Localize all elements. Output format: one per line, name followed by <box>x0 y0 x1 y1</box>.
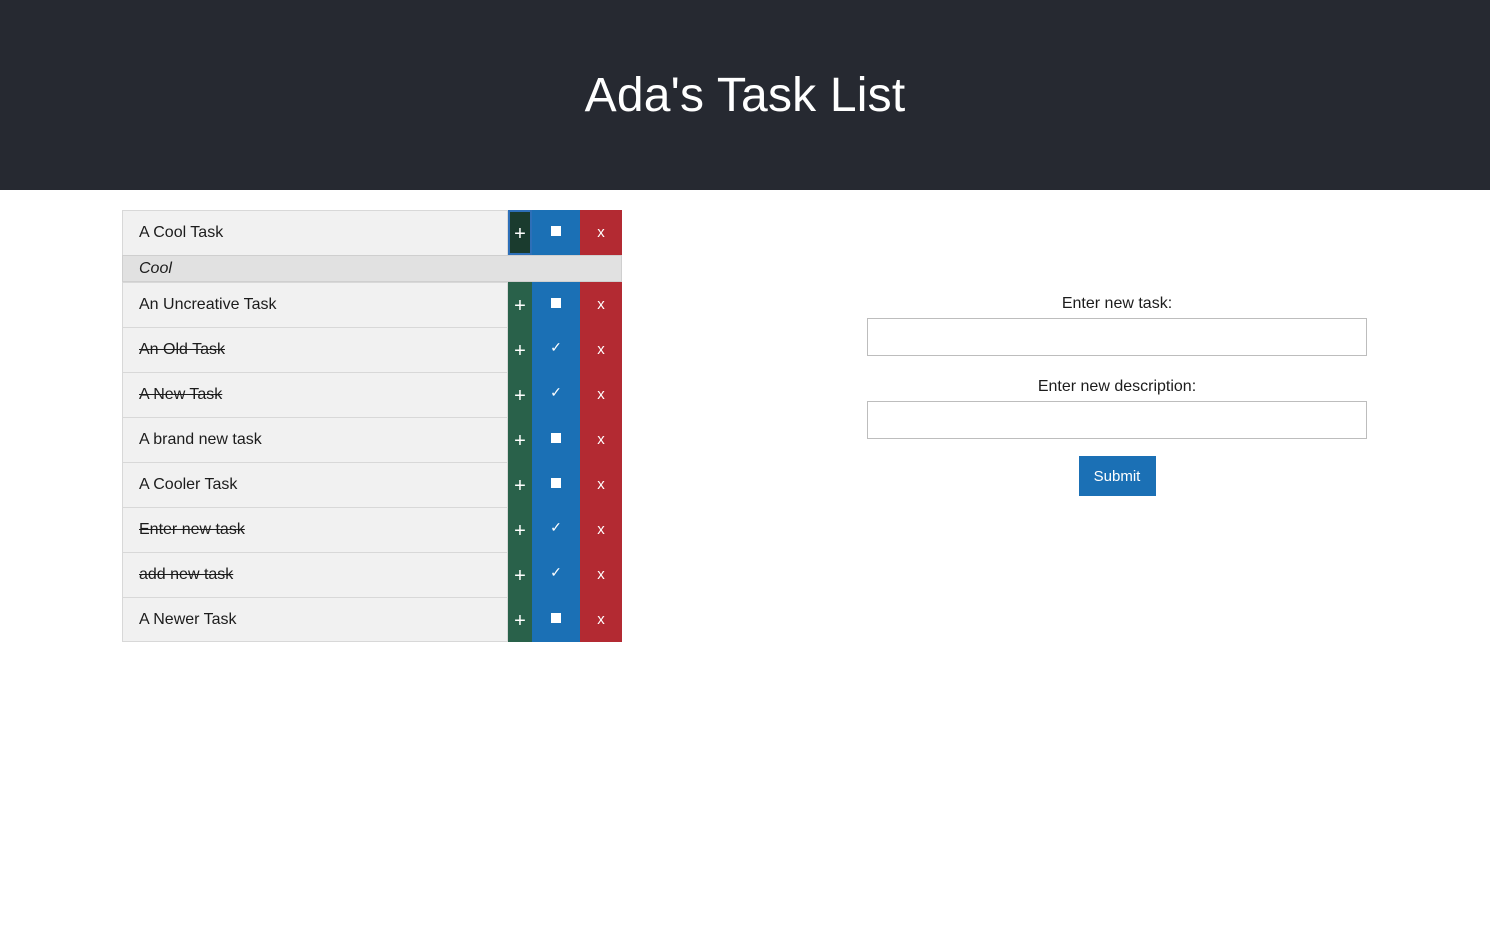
submit-wrap: Submit <box>867 456 1367 496</box>
square-icon <box>551 612 561 623</box>
delete-task-button[interactable]: x <box>580 597 622 642</box>
task-title-cell: An Uncreative Task <box>122 282 508 327</box>
checkmark-icon: ✓ <box>550 384 562 400</box>
task-title: A Newer Task <box>139 610 237 628</box>
task-row: Enter new task + ✓ x <box>122 507 622 552</box>
show-description-button[interactable]: + <box>508 372 532 417</box>
description-input[interactable] <box>867 401 1367 439</box>
toggle-complete-button[interactable]: ✓ <box>532 372 580 417</box>
show-description-button[interactable]: + <box>508 507 532 552</box>
delete-task-button[interactable]: x <box>580 417 622 462</box>
task-title: An Old Task <box>139 341 225 358</box>
show-description-button[interactable]: + <box>508 282 532 327</box>
description-input-label: Enter new description: <box>1037 378 1197 395</box>
task-input[interactable] <box>867 318 1367 356</box>
task-row: A Newer Task + x <box>122 597 622 642</box>
task-title-cell: Enter new task <box>122 507 508 552</box>
delete-task-button[interactable]: x <box>580 327 622 372</box>
toggle-complete-button[interactable] <box>532 282 580 327</box>
toggle-complete-button[interactable] <box>532 210 580 255</box>
task-title-cell: A Cool Task <box>122 210 508 255</box>
task-row: An Old Task + ✓ x <box>122 327 622 372</box>
toggle-complete-button[interactable] <box>532 597 580 642</box>
show-description-button[interactable]: + <box>508 327 532 372</box>
delete-task-button[interactable]: x <box>580 210 622 255</box>
task-description-text: Cool <box>139 259 172 277</box>
delete-task-button[interactable]: x <box>580 507 622 552</box>
show-description-button[interactable]: + <box>508 417 532 462</box>
task-title-cell: add new task <box>122 552 508 597</box>
checkmark-icon: ✓ <box>550 564 562 580</box>
square-icon <box>551 225 561 236</box>
task-row: A New Task + ✓ x <box>122 372 622 417</box>
show-description-button[interactable]: + <box>508 552 532 597</box>
checkmark-icon: ✓ <box>550 339 562 355</box>
task-title: An Uncreative Task <box>139 296 277 313</box>
toggle-complete-button[interactable] <box>532 462 580 507</box>
task-title: A Cooler Task <box>139 476 238 493</box>
task-title-cell: A brand new task <box>122 417 508 462</box>
submit-button[interactable]: Submit <box>1078 456 1156 496</box>
toggle-complete-button[interactable]: ✓ <box>532 507 580 552</box>
task-title-cell: A Newer Task <box>122 597 508 642</box>
task-title-cell: A New Task <box>122 372 508 417</box>
task-list: A Cool Task + x Cool An Uncreative Task … <box>122 210 622 642</box>
square-icon <box>551 477 561 488</box>
square-icon <box>551 297 561 308</box>
toggle-complete-button[interactable]: ✓ <box>532 327 580 372</box>
task-row: A brand new task + x <box>122 417 622 462</box>
show-description-button[interactable]: + <box>508 462 532 507</box>
task-title-cell: An Old Task <box>122 327 508 372</box>
task-title: A brand new task <box>139 431 262 448</box>
task-row: A Cooler Task + x <box>122 462 622 507</box>
task-input-label: Enter new task: <box>1061 295 1173 312</box>
page-title: Ada's Task List <box>584 68 906 122</box>
new-task-form: Enter new task: Enter new description: S… <box>867 290 1367 496</box>
task-row: An Uncreative Task + x <box>122 282 622 327</box>
square-icon <box>551 432 561 443</box>
form-spacer <box>867 356 1367 373</box>
toggle-complete-button[interactable] <box>532 417 580 462</box>
task-title-cell: A Cooler Task <box>122 462 508 507</box>
page-header: Ada's Task List <box>0 0 1490 190</box>
task-description: Cool <box>122 255 622 282</box>
task-row: add new task + ✓ x <box>122 552 622 597</box>
delete-task-button[interactable]: x <box>580 372 622 417</box>
task-title: A New Task <box>139 386 223 403</box>
checkmark-icon: ✓ <box>550 519 562 535</box>
delete-task-button[interactable]: x <box>580 462 622 507</box>
delete-task-button[interactable]: x <box>580 552 622 597</box>
task-title: Enter new task <box>139 521 245 538</box>
task-title: A Cool Task <box>139 224 224 241</box>
task-title: add new task <box>139 566 234 583</box>
show-description-button[interactable]: + <box>508 597 532 642</box>
show-description-button[interactable]: + <box>508 210 532 255</box>
task-row: A Cool Task + x <box>122 210 622 255</box>
toggle-complete-button[interactable]: ✓ <box>532 552 580 597</box>
delete-task-button[interactable]: x <box>580 282 622 327</box>
